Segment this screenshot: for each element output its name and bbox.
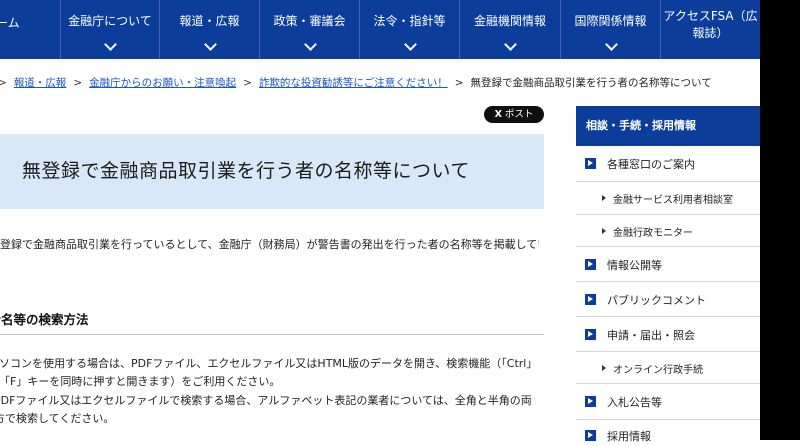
arrow-square-icon bbox=[585, 259, 596, 270]
nav-access-fsa-label: アクセスFSA（広報誌） bbox=[663, 9, 758, 40]
breadcrumb-link-fraud-warning[interactable]: 詐欺的な投資勧誘等にご注意ください！ bbox=[259, 77, 448, 89]
sidebar-item-disclosure[interactable]: 情報公開等 bbox=[576, 247, 760, 282]
sidebar-item-label: 金融サービス利用者相談室 bbox=[613, 195, 733, 206]
sidebar-item-bidding[interactable]: 入札公告等 bbox=[576, 384, 760, 420]
sidebar-item-label: パブリックコメント bbox=[607, 294, 706, 307]
x-logo-icon: X bbox=[494, 109, 502, 120]
section-heading: 業者名等の検索方法 bbox=[0, 312, 89, 327]
sidebar-item-label: 金融行政モニター bbox=[613, 228, 693, 239]
body-text-line: パソコンを使用する場合は、PDFファイル、エクセルファイル又はHTML版のデータ… bbox=[0, 357, 538, 370]
nav-home-label: ホーム bbox=[0, 16, 20, 30]
sidebar-item-label: 申請・届出・照会 bbox=[607, 329, 695, 342]
nav-about-fsa[interactable]: 金融庁について bbox=[60, 0, 159, 59]
nav-press-label: 報道・広報 bbox=[179, 14, 240, 28]
sidebar-item-label: 入札公告等 bbox=[607, 396, 662, 409]
breadcrumb: > 報道・広報 > 金融庁からのお願い・注意喚起 > 詐欺的な投資勧誘等にご注意ください！… bbox=[0, 75, 760, 91]
sidebar-item-contact[interactable]: 各種窓口のご案内 bbox=[576, 146, 760, 182]
arrow-square-icon bbox=[585, 396, 596, 407]
x-post-button[interactable]: X ポスト bbox=[484, 106, 544, 123]
sidebar-item-label: オンライン行政手続 bbox=[613, 365, 703, 376]
nav-access-fsa[interactable]: アクセスFSA（広報誌） bbox=[660, 0, 760, 59]
sidebar-item-applications[interactable]: 申請・届出・照会 bbox=[576, 317, 760, 352]
sidebar-item-label: 各種窓口のご案内 bbox=[607, 158, 695, 171]
body-text-line: と「F」キーを同時に押すと開きます）をご利用ください。 bbox=[0, 375, 281, 388]
triangle-right-icon bbox=[602, 365, 606, 371]
nav-about-fsa-label: 金融庁について bbox=[68, 14, 152, 28]
body-text-line: PDFファイル又はエクセルファイルで検索する場合、アルファベット表記の業者につい… bbox=[0, 394, 532, 407]
sidebar-header: 相談・手続・採用情報 bbox=[576, 106, 760, 146]
triangle-right-icon bbox=[602, 195, 606, 201]
breadcrumb-current: 無登録で金融商品取引業を行う者の名称等について bbox=[470, 77, 712, 89]
triangle-right-icon bbox=[602, 228, 606, 234]
breadcrumb-separator: > bbox=[73, 77, 83, 89]
arrow-square-icon bbox=[585, 430, 596, 441]
arrow-square-icon bbox=[585, 158, 596, 169]
arrow-square-icon bbox=[585, 294, 596, 305]
sidebar-subitem-online-procedures[interactable]: オンライン行政手続 bbox=[576, 352, 760, 384]
sidebar-subitem-monitor[interactable]: 金融行政モニター bbox=[576, 215, 760, 247]
nav-laws[interactable]: 法令・指針等 bbox=[359, 0, 459, 59]
global-nav: ホーム 金融庁について 報道・広報 政策・審議会 法令・指針等 金融機関情報 国… bbox=[0, 0, 760, 59]
breadcrumb-separator: > bbox=[243, 77, 252, 89]
chevron-down-icon bbox=[504, 38, 517, 51]
sidebar-item-label: 採用情報 bbox=[607, 430, 651, 443]
page-title-box: 無登録で金融商品取引業を行う者の名称等について bbox=[0, 134, 544, 209]
sidebar: 相談・手続・採用情報 各種窓口のご案内 金融サービス利用者相談室 金融行政モニタ… bbox=[576, 106, 760, 443]
body-text-line: 方で検索してください。 bbox=[0, 412, 115, 425]
sidebar-item-label: 情報公開等 bbox=[607, 259, 662, 272]
chevron-down-icon bbox=[604, 38, 618, 51]
breadcrumb-link-requests[interactable]: 金融庁からのお願い・注意喚起 bbox=[89, 77, 236, 89]
nav-institutions[interactable]: 金融機関情報 bbox=[459, 0, 560, 59]
x-post-label: ポスト bbox=[504, 109, 534, 120]
breadcrumb-separator: > bbox=[0, 77, 7, 89]
window-edge bbox=[760, 0, 800, 440]
nav-press[interactable]: 報道・広報 bbox=[159, 0, 259, 59]
nav-policy[interactable]: 政策・審議会 bbox=[259, 0, 359, 59]
nav-laws-label: 法令・指針等 bbox=[373, 14, 446, 28]
sidebar-item-public-comment[interactable]: パブリックコメント bbox=[576, 282, 760, 317]
breadcrumb-separator: > bbox=[454, 77, 464, 89]
intro-text: 無登録で金融商品取引業を行っているとして、金融庁（財務局）が警告書の発出を行った… bbox=[0, 238, 539, 251]
nav-international-label: 国際関係情報 bbox=[574, 14, 647, 28]
chevron-down-icon bbox=[403, 38, 417, 51]
nav-international[interactable]: 国際関係情報 bbox=[560, 0, 660, 59]
breadcrumb-link-press[interactable]: 報道・広報 bbox=[14, 77, 67, 89]
nav-home[interactable]: ホーム bbox=[0, 0, 48, 59]
page-title: 無登録で金融商品取引業を行う者の名称等について bbox=[22, 160, 470, 182]
sidebar-subitem-consultation[interactable]: 金融サービス利用者相談室 bbox=[576, 182, 760, 215]
arrow-square-icon bbox=[585, 329, 596, 340]
sidebar-item-recruitment[interactable]: 採用情報 bbox=[576, 420, 760, 446]
chevron-down-icon bbox=[203, 38, 217, 51]
nav-policy-label: 政策・審議会 bbox=[273, 14, 346, 28]
section-divider bbox=[0, 334, 544, 335]
chevron-down-icon bbox=[104, 38, 117, 51]
nav-institutions-label: 金融機関情報 bbox=[473, 14, 546, 28]
chevron-down-icon bbox=[303, 38, 317, 51]
